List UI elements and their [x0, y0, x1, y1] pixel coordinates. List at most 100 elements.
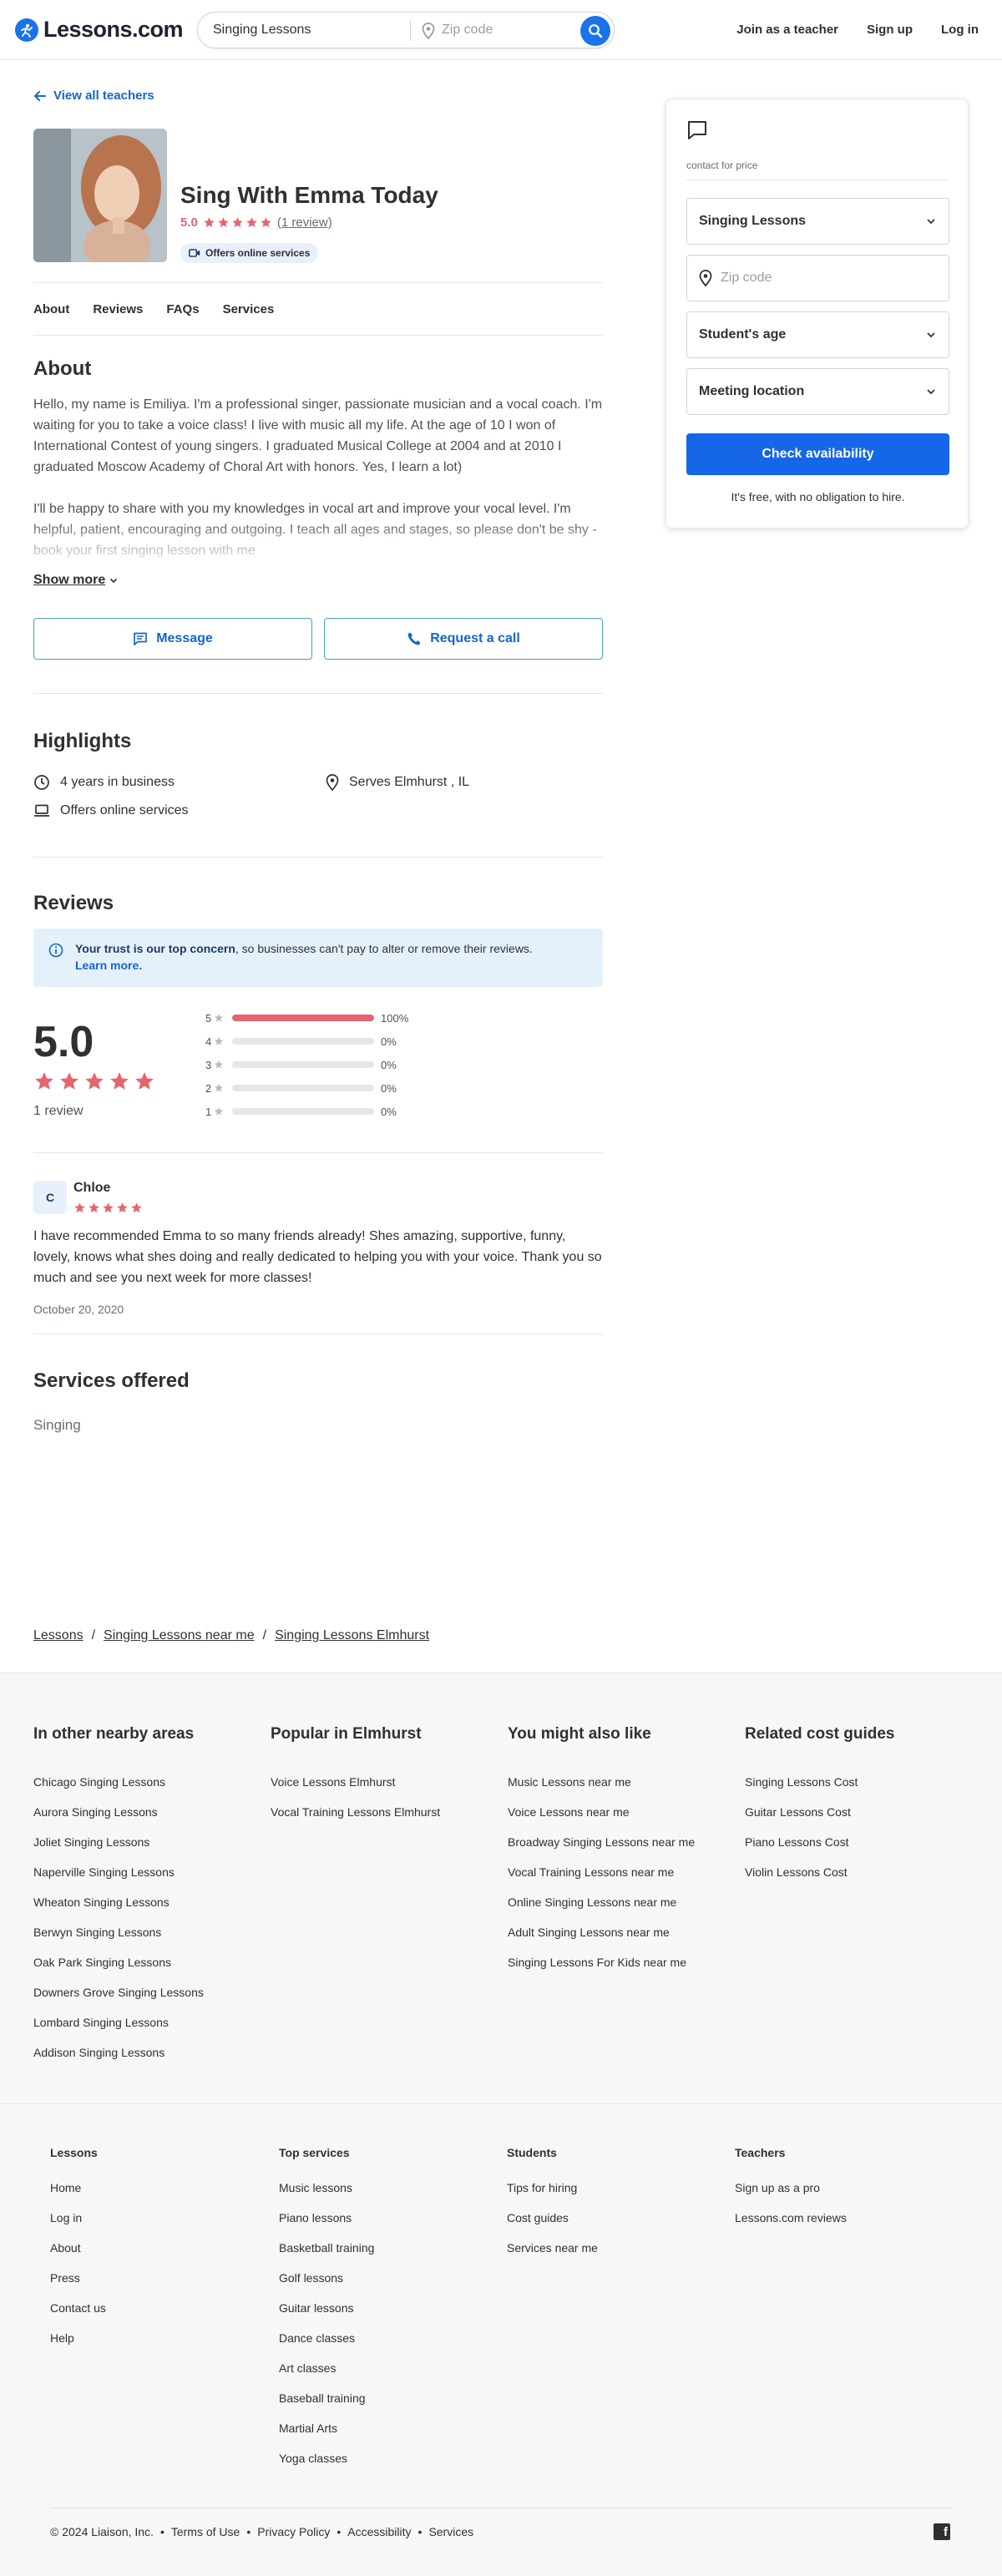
footer-link[interactable]: Guitar Lessons Cost [745, 1805, 851, 1819]
rating-distribution-row: 1 0% [205, 1104, 397, 1119]
logo[interactable]: Lessons.com [15, 17, 184, 43]
footer-link[interactable]: Contact us [50, 2301, 106, 2315]
footer-link[interactable]: Vocal Training Lessons Elmhurst [271, 1805, 440, 1819]
star-icon [103, 1202, 114, 1213]
star-icon [60, 1072, 78, 1090]
footer-link[interactable]: Services near me [507, 2241, 598, 2255]
join-as-teacher-link[interactable]: Join as a teacher [736, 23, 838, 37]
footer-link[interactable]: Lombard Singing Lessons [33, 2016, 169, 2029]
chevron-down-icon [927, 219, 935, 225]
zip-input[interactable]: Zip code [442, 23, 493, 38]
footer-link[interactable]: Home [50, 2181, 81, 2194]
footer-link[interactable]: Singing Lessons For Kids near me [508, 1956, 686, 1969]
footer-link[interactable]: Martial Arts [279, 2422, 337, 2435]
footer-link[interactable]: Dance classes [279, 2331, 355, 2345]
clock-icon [34, 775, 49, 790]
sign-up-link[interactable]: Sign up [867, 23, 913, 37]
footer-link[interactable]: Singing Lessons Cost [745, 1775, 858, 1789]
tab-reviews[interactable]: Reviews [93, 302, 143, 316]
footer-link[interactable]: Press [50, 2271, 80, 2285]
student-age-value: Student's age [699, 327, 787, 342]
zip-code-field[interactable]: Zip code [686, 255, 949, 301]
nearby-heading: In other nearby areas [33, 1725, 195, 1743]
footer-link[interactable]: Piano lessons [279, 2211, 352, 2224]
footer-link[interactable]: Art classes [279, 2361, 336, 2375]
footer-link[interactable]: Vocal Training Lessons near me [508, 1865, 674, 1879]
footer-link[interactable]: Adult Singing Lessons near me [508, 1926, 670, 1939]
view-all-teachers-label: View all teachers [53, 89, 154, 103]
check-availability-button[interactable]: Check availability [686, 433, 949, 475]
breadcrumb-item[interactable]: Lessons [33, 1628, 84, 1643]
footer-link[interactable]: Log in [50, 2211, 82, 2224]
legal-separator: • [159, 2525, 164, 2538]
dist-percent: 0% [381, 1058, 397, 1071]
facebook-icon[interactable]: f [934, 2523, 950, 2540]
star-icon [215, 1014, 223, 1022]
breadcrumb-item[interactable]: Singing Lessons Elmhurst [275, 1628, 429, 1643]
footer-link[interactable]: Voice Lessons near me [508, 1805, 630, 1819]
phone-icon [407, 632, 421, 645]
terms-link[interactable]: Terms of Use [171, 2525, 240, 2538]
accessibility-link[interactable]: Accessibility [347, 2525, 411, 2538]
privacy-link[interactable]: Privacy Policy [257, 2525, 330, 2538]
message-icon [134, 632, 148, 645]
footer-link[interactable]: Yoga classes [279, 2452, 347, 2465]
meeting-location-select[interactable]: Meeting location [686, 368, 949, 415]
badge-label: Offers online services [205, 247, 311, 259]
footer-link[interactable]: Voice Lessons Elmhurst [271, 1775, 395, 1789]
tab-services[interactable]: Services [223, 302, 275, 316]
footer-link[interactable]: Online Singing Lessons near me [508, 1895, 676, 1909]
search-input[interactable]: Singing Lessons [213, 23, 311, 38]
show-more-button[interactable]: Show more [33, 573, 119, 588]
review-date: October 20, 2020 [33, 1303, 124, 1316]
star-icon [110, 1072, 129, 1090]
learn-more-link[interactable]: Learn more. [75, 959, 142, 972]
search-icon [589, 24, 603, 38]
footer-link[interactable]: Joliet Singing Lessons [33, 1835, 149, 1849]
search-button[interactable] [580, 16, 610, 46]
footer-link[interactable]: Basketball training [279, 2241, 374, 2255]
services-link[interactable]: Services [428, 2525, 473, 2538]
footer-link[interactable]: Cost guides [507, 2211, 569, 2224]
footer-link[interactable]: Naperville Singing Lessons [33, 1865, 175, 1879]
overall-rating: 5.0 [33, 1018, 94, 1066]
tab-faqs[interactable]: FAQs [166, 302, 199, 316]
footer-link[interactable]: Chicago Singing Lessons [33, 1775, 165, 1789]
message-button[interactable]: Message [33, 618, 312, 660]
request-call-button[interactable]: Request a call [324, 618, 603, 660]
location-pin-icon [699, 270, 712, 286]
section-divider [33, 857, 603, 858]
footer-link[interactable]: Music lessons [279, 2181, 352, 2194]
footer-link[interactable]: Violin Lessons Cost [745, 1865, 848, 1879]
footer-link[interactable]: Music Lessons near me [508, 1775, 631, 1789]
profile-tabs: About Reviews FAQs Services [33, 282, 603, 336]
student-age-select[interactable]: Student's age [686, 311, 949, 358]
footer-top-services-links: Music lessons Piano lessons Basketball t… [279, 2181, 374, 2482]
lesson-type-select[interactable]: Singing Lessons [686, 198, 949, 245]
footer-link[interactable]: Golf lessons [279, 2271, 343, 2285]
star-icon [131, 1202, 142, 1213]
footer-link[interactable]: Wheaton Singing Lessons [33, 1895, 170, 1909]
footer-link[interactable]: About [50, 2241, 81, 2255]
footer-link[interactable]: Lessons.com reviews [735, 2211, 847, 2224]
footer-link[interactable]: Oak Park Singing Lessons [33, 1956, 171, 1969]
review-count-link[interactable]: (1 review) [277, 215, 332, 230]
tab-about[interactable]: About [33, 302, 69, 316]
footer-link[interactable]: Help [50, 2331, 74, 2345]
view-all-teachers-link[interactable]: View all teachers [33, 89, 154, 103]
footer-link[interactable]: Broadway Singing Lessons near me [508, 1835, 695, 1849]
footer-link[interactable]: Tips for hiring [507, 2181, 577, 2194]
footer-link[interactable]: Baseball training [279, 2391, 366, 2405]
footer-link[interactable]: Downers Grove Singing Lessons [33, 1986, 204, 1999]
footer-link[interactable]: Piano Lessons Cost [745, 1835, 849, 1849]
chevron-down-icon [110, 578, 118, 584]
footer-link[interactable]: Sign up as a pro [735, 2181, 820, 2194]
footer-link[interactable]: Berwyn Singing Lessons [33, 1926, 161, 1939]
breadcrumb-item[interactable]: Singing Lessons near me [104, 1628, 255, 1643]
log-in-link[interactable]: Log in [941, 23, 979, 37]
footer-link[interactable]: Guitar lessons [279, 2301, 353, 2315]
footer-link[interactable]: Addison Singing Lessons [33, 2046, 164, 2059]
footer-link[interactable]: Aurora Singing Lessons [33, 1805, 158, 1819]
dist-percent: 0% [381, 1081, 397, 1095]
star-icon [215, 1060, 223, 1069]
